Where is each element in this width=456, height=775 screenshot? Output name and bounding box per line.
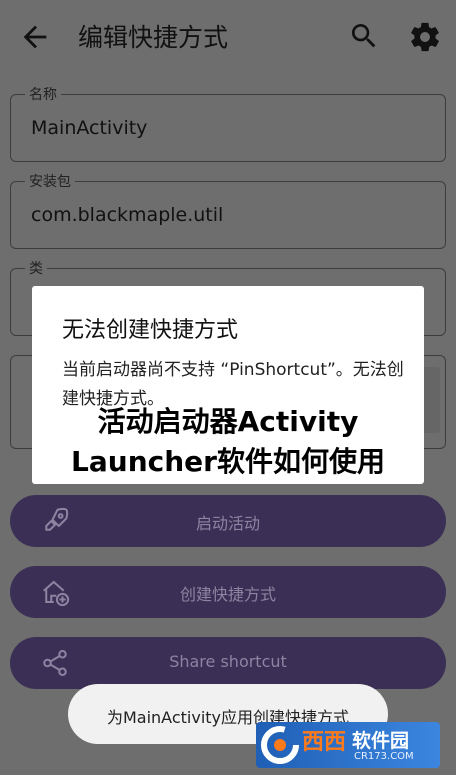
name-field-label: 名称: [25, 84, 61, 104]
overlay-caption: 活动启动器Activity Launcher软件如何使用: [32, 402, 424, 482]
share-shortcut-button[interactable]: Share shortcut: [10, 637, 446, 689]
share-shortcut-label: Share shortcut: [169, 652, 287, 671]
package-field-label: 安装包: [25, 171, 75, 191]
gear-icon[interactable]: [408, 20, 442, 54]
site-logo-icon: [261, 726, 299, 764]
create-shortcut-button[interactable]: 创建快捷方式: [10, 566, 446, 618]
launch-activity-label: 启动活动: [195, 514, 260, 533]
overlay-caption-line-2: Launcher软件如何使用: [71, 445, 385, 478]
watermark-name: 软件园: [352, 730, 410, 752]
package-field-value[interactable]: com.blackmaple.util: [31, 204, 223, 226]
app-bar: 编辑快捷方式: [0, 0, 456, 72]
name-field-value[interactable]: MainActivity: [31, 117, 147, 139]
watermark-domain: CR173.COM: [354, 751, 414, 762]
launch-activity-button[interactable]: 启动活动: [10, 495, 446, 547]
icon-preview[interactable]: [422, 367, 440, 433]
watermark-brand: 西西: [302, 730, 347, 755]
create-shortcut-label: 创建快捷方式: [179, 585, 276, 604]
overlay-caption-line-1: 活动启动器Activity: [97, 405, 359, 438]
back-arrow-icon[interactable]: [18, 20, 52, 54]
class-field-label: 类: [25, 258, 47, 278]
page-title: 编辑快捷方式: [78, 23, 229, 52]
name-field[interactable]: 名称 MainActivity: [10, 84, 446, 162]
package-field[interactable]: 安装包 com.blackmaple.util: [10, 171, 446, 249]
search-icon[interactable]: [348, 20, 380, 52]
watermark: 西西 软件园 CR173.COM: [256, 722, 440, 768]
dialog-title: 无法创建快捷方式: [62, 318, 239, 343]
